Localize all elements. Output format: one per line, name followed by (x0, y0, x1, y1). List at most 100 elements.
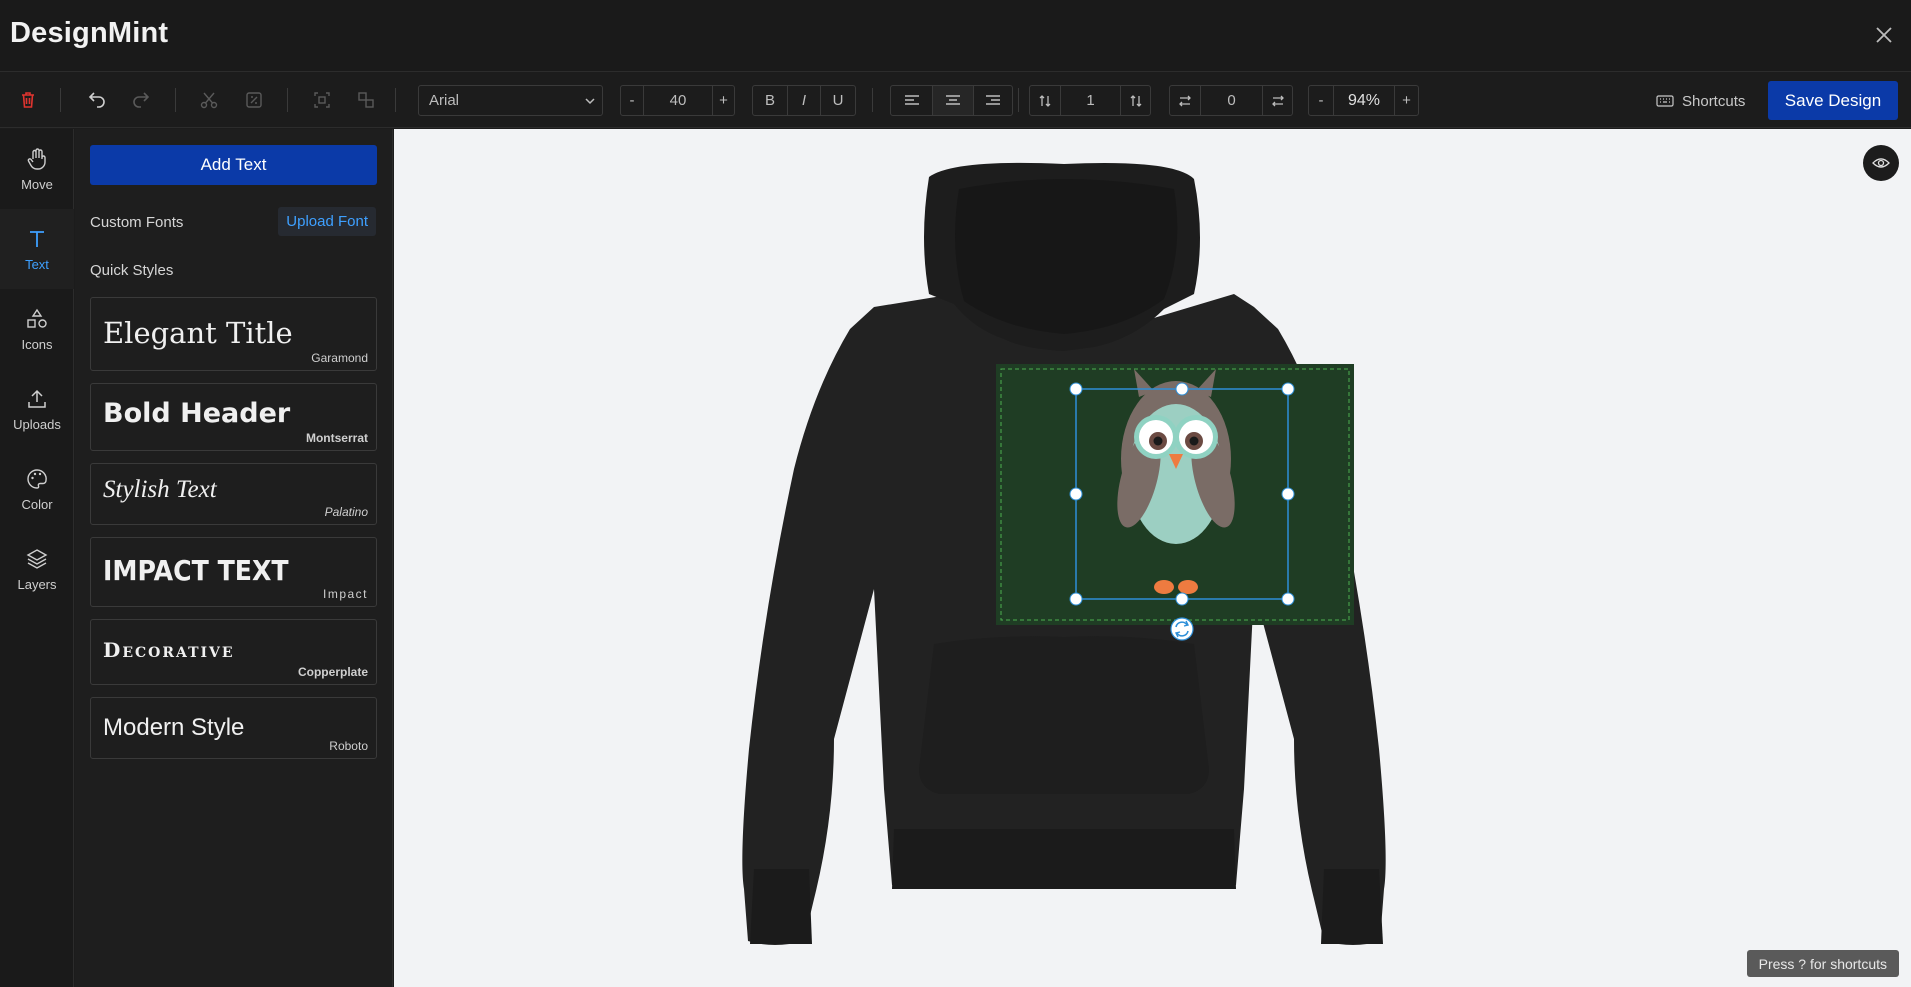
font-size-input[interactable]: 40 (643, 86, 712, 115)
bold-button[interactable]: B (753, 86, 787, 115)
zoom-out-button[interactable]: - (1309, 86, 1333, 115)
align-left-button[interactable] (891, 86, 932, 115)
font-size-decrease-button[interactable]: - (621, 86, 643, 115)
letter-spacing-input[interactable]: 0 (1200, 86, 1262, 115)
shortcuts-label: Shortcuts (1682, 92, 1746, 110)
design-canvas[interactable]: Press ? for shortcuts (394, 129, 1911, 987)
hoodie-mockup (742, 162, 1386, 945)
text-style-group: B I U (752, 85, 856, 116)
palette-icon (27, 469, 47, 489)
cut-icon[interactable] (195, 86, 223, 114)
nav-item-text[interactable]: Text (0, 209, 74, 289)
align-right-button[interactable] (973, 86, 1012, 115)
shortcuts-button[interactable]: Shortcuts (1656, 89, 1745, 113)
style-font-name: Roboto (329, 739, 368, 753)
toolbar: Arial - 40 + B I U 1 0 - 94% + Shortcuts… (0, 72, 1911, 128)
font-family-select[interactable]: Arial (418, 85, 603, 116)
line-height-decrease-button[interactable] (1030, 86, 1060, 115)
style-sample: Bold Header (103, 398, 291, 429)
toolbar-divider (60, 88, 61, 112)
italic-button[interactable]: I (787, 86, 820, 115)
line-height-icon (1039, 94, 1051, 107)
alignment-group (890, 85, 1013, 116)
save-design-button[interactable]: Save Design (1768, 81, 1898, 120)
style-card-impact-text[interactable]: IMPACT TEXT Impact (90, 537, 377, 607)
close-icon[interactable] (1871, 22, 1897, 48)
line-height-icon (1130, 94, 1141, 107)
style-font-name: Copperplate (297, 665, 368, 679)
toolbar-divider (287, 88, 288, 112)
shortcuts-hint: Press ? for shortcuts (1746, 950, 1899, 977)
nav-label-color: Color (21, 497, 53, 512)
align-center-icon (946, 94, 960, 105)
toolbar-divider (395, 88, 396, 112)
text-icon (30, 231, 44, 247)
nav-label-layers: Layers (17, 577, 57, 592)
letter-spacing-icon (1179, 95, 1191, 106)
toolbar-divider (872, 88, 873, 112)
style-sample: Modern Style (103, 714, 245, 741)
shapes-icon (27, 308, 47, 328)
left-sidebar: Move Text Icons Uploads Color Layers (0, 129, 74, 987)
zoom-in-button[interactable]: + (1394, 86, 1418, 115)
letter-spacing-icon (1271, 95, 1284, 106)
font-size-stepper: - 40 + (620, 85, 735, 116)
style-card-modern-style[interactable]: Modern Style Roboto (90, 697, 377, 759)
chevron-down-icon (584, 94, 596, 111)
nav-item-uploads[interactable]: Uploads (0, 369, 74, 449)
toolbar-divider (175, 88, 176, 112)
align-center-button[interactable] (932, 86, 973, 115)
nav-item-move[interactable]: Move (0, 129, 74, 209)
underline-button[interactable]: U (820, 86, 855, 115)
toolbar-divider (1018, 88, 1019, 112)
font-size-increase-button[interactable]: + (712, 86, 734, 115)
style-sample: Decorative (103, 638, 235, 662)
app-title: DesignMint (10, 17, 169, 49)
add-text-button[interactable]: Add Text (90, 145, 377, 185)
style-font-name: Palatino (324, 505, 368, 519)
style-font-name: Montserrat (305, 431, 368, 445)
zoom-level[interactable]: 94% (1333, 86, 1394, 115)
style-card-decorative[interactable]: Decorative Copperplate (90, 619, 377, 685)
line-height-stepper: 1 (1029, 85, 1151, 116)
style-card-bold-header[interactable]: Bold Header Montserrat (90, 383, 377, 451)
custom-fonts-label: Custom Fonts (90, 214, 184, 231)
font-family-value: Arial (429, 92, 460, 109)
nav-label-move: Move (21, 177, 53, 192)
style-card-elegant-title[interactable]: Elegant Title Garamond (90, 297, 377, 371)
nav-item-color[interactable]: Color (0, 449, 74, 529)
nav-item-layers[interactable]: Layers (0, 529, 74, 609)
nav-item-icons[interactable]: Icons (0, 289, 74, 369)
line-height-increase-button[interactable] (1120, 86, 1150, 115)
app-header: DesignMint (0, 0, 1911, 72)
redo-icon[interactable] (127, 86, 155, 114)
eye-icon (1872, 158, 1890, 168)
style-card-stylish-text[interactable]: Stylish Text Palatino (90, 463, 377, 525)
style-sample: Elegant Title (103, 316, 293, 350)
style-font-name: Impact (322, 587, 368, 601)
style-font-name: Garamond (311, 351, 368, 365)
rotate-handle-icon[interactable] (1170, 617, 1194, 641)
letter-spacing-decrease-button[interactable] (1170, 86, 1200, 115)
preview-button[interactable] (1863, 145, 1899, 181)
align-right-icon (986, 94, 1000, 105)
crop-icon[interactable] (240, 86, 268, 114)
undo-icon[interactable] (83, 86, 111, 114)
ungroup-icon[interactable] (352, 86, 380, 114)
zoom-stepper: - 94% + (1308, 85, 1419, 116)
layers-icon (26, 549, 48, 569)
style-sample: Stylish Text (103, 476, 217, 503)
style-sample: IMPACT TEXT (103, 554, 289, 587)
nav-label-text: Text (25, 257, 49, 272)
line-height-input[interactable]: 1 (1060, 86, 1120, 115)
nav-label-uploads: Uploads (13, 417, 61, 432)
letter-spacing-stepper: 0 (1169, 85, 1293, 116)
upload-font-button[interactable]: Upload Font (278, 207, 376, 236)
letter-spacing-increase-button[interactable] (1262, 86, 1292, 115)
text-panel: Add Text Custom Fonts Upload Font Quick … (75, 129, 393, 987)
delete-icon[interactable] (14, 86, 42, 114)
hand-icon (27, 148, 46, 170)
keyboard-icon (1656, 95, 1674, 107)
quick-styles-label: Quick Styles (90, 262, 174, 279)
group-icon[interactable] (308, 86, 336, 114)
